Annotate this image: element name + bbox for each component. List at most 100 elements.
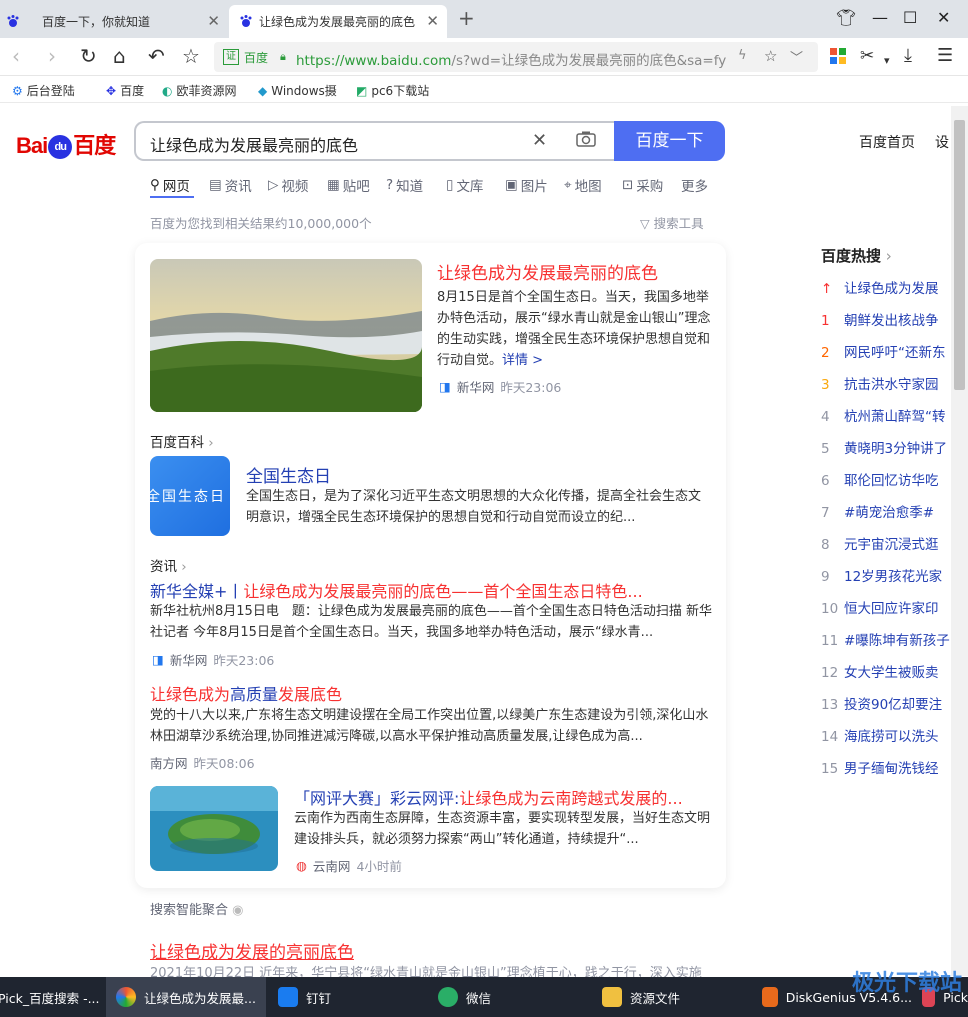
result-title-link[interactable]: 让绿色成为发展最亮丽的底色 (437, 259, 658, 284)
url-path: /s?wd=让绿色成为发展最亮丽的底色&sa=fy (451, 53, 726, 69)
hot-item[interactable]: 11 #曝陈坤有新孩子 (821, 629, 968, 649)
hot-item[interactable]: 1 朝鲜发出核战争 (821, 309, 968, 329)
skin-icon[interactable]: 👕︎ (836, 8, 856, 27)
hot-item[interactable]: 3 抗击洪水守家园 (821, 373, 968, 393)
bookmark-item[interactable]: ◐ 欧菲资源网 (162, 82, 237, 99)
hot-item[interactable]: 6 耶伦回忆访华吃 (821, 469, 968, 489)
hot-item[interactable]: 15 男子缅甸洗钱经 (821, 757, 968, 777)
baidu-logo[interactable]: Bai du 百度 (16, 128, 116, 160)
task-dingtalk[interactable]: 钉钉 (268, 977, 418, 1017)
hot-item[interactable]: 12 女大学生被贩卖 (821, 661, 968, 681)
lightning-icon[interactable]: ϟ (738, 48, 747, 63)
news1-title-link[interactable]: 新华全媒+丨让绿色成为发展最亮丽的底色——首个全国生态日特色... (150, 578, 643, 602)
tab-search-result[interactable]: 让绿色成为发展最亮丽的底色 ✕ (229, 5, 447, 38)
bookmark-label: pc6下载站 (371, 84, 430, 98)
dropdown-icon[interactable]: ﹀ (790, 47, 803, 66)
tab-images[interactable]: ▣ 图片 (505, 175, 548, 195)
menu-icon[interactable]: ☰ (937, 45, 953, 67)
hot-item[interactable]: ↑ 让绿色成为发展 (821, 277, 968, 297)
task-label: Pick_百度搜索 -... (0, 990, 100, 1006)
address-bar[interactable]: 证 百度 🔒︎ https://www.baidu.com/s?wd=让绿色成为… (214, 42, 818, 72)
hot-item[interactable]: 5 黄晓明3分钟讲了 (821, 437, 968, 457)
news3-title-link[interactable]: 「网评大赛」彩云网评:让绿色成为云南跨越式发展的... (294, 785, 683, 809)
news2-title-link[interactable]: 让绿色成为高质量发展底色 (150, 681, 342, 705)
link-baidu-home[interactable]: 百度首页 (859, 132, 915, 152)
task-browser[interactable]: 让绿色成为发展最... (106, 977, 266, 1017)
hot-item-label: 海底捞可以洗头 (844, 729, 939, 745)
tab-web[interactable]: ⚲ 网页 (150, 175, 190, 195)
bookmark-star-icon[interactable]: ☆ (182, 45, 200, 67)
close-tab-icon[interactable]: ✕ (207, 12, 220, 30)
download-icon[interactable]: ⤓ (904, 45, 912, 67)
hot-item[interactable]: 2 网民呼吁“还新东 (821, 341, 968, 361)
home-icon[interactable]: ⌂ (113, 45, 126, 67)
tab-baidu-home[interactable]: 百度一下，你就知道 ✕ (0, 5, 228, 38)
hot-item[interactable]: 10 恒大回应许家印 (821, 597, 968, 617)
hot-item[interactable]: 13 投资90亿却要注 (821, 693, 968, 713)
scissors-icon[interactable]: ✂︎ (860, 45, 874, 67)
source-name[interactable]: 新华网 (170, 650, 208, 669)
forward-icon[interactable]: › (48, 45, 56, 67)
tab-zhidao[interactable]: ? 知道 (386, 175, 423, 195)
search-tool-button[interactable]: ▽ 搜索工具 (640, 213, 704, 232)
hot-item[interactable]: 8 元宇宙沉浸式逛 (821, 533, 968, 553)
tab-purchase[interactable]: ⊡ 采购 (622, 175, 663, 195)
section-news[interactable]: 资讯 › (150, 555, 187, 575)
news3-image[interactable] (150, 786, 278, 871)
bookmark-item[interactable]: ◆ Windows摄 (258, 82, 337, 99)
scrollbar[interactable] (951, 106, 968, 976)
scissors-dropdown-icon[interactable]: ▾ (884, 50, 890, 72)
link-settings[interactable]: 设 (935, 132, 949, 152)
filter-icon: ▽ (640, 216, 654, 231)
result-abstract: 8月15日是首个全国生态日。当天，我国多地举办特色活动，展示“绿水青山就是金山银… (437, 287, 714, 371)
hot-item[interactable]: 9 12岁男孩花光家 (821, 565, 968, 585)
hot-item[interactable]: 14 海底捞可以洗头 (821, 725, 968, 745)
search-input[interactable]: 让绿色成为发展最亮丽的底色 ✕ (134, 121, 614, 161)
section-baike[interactable]: 百度百科 › (150, 431, 214, 451)
task-folder[interactable]: 资源文件 (592, 977, 742, 1017)
tab-wenku[interactable]: ▯ 文库 (446, 175, 483, 195)
source-name[interactable]: 新华网 (457, 377, 495, 396)
tab-tieba[interactable]: ▦ 贴吧 (327, 175, 370, 195)
undo-close-icon[interactable]: ↶ (148, 45, 165, 67)
reload-icon[interactable]: ↻ (80, 45, 97, 67)
close-tab-icon[interactable]: ✕ (426, 12, 439, 30)
hot-rank: 1 (821, 313, 830, 329)
scrollbar-thumb[interactable] (954, 120, 965, 390)
task-wechat[interactable]: 微信 (428, 977, 578, 1017)
task-pick-search[interactable]: Pick_百度搜索 -... (0, 977, 100, 1017)
result-image-landscape[interactable] (150, 259, 422, 412)
tab-map[interactable]: ⌖ 地图 (564, 175, 602, 195)
url-text[interactable]: https://www.baidu.com/s?wd=让绿色成为发展最亮丽的底色… (296, 49, 726, 69)
hot-item[interactable]: 4 杭州萧山醉驾“转 (821, 405, 968, 425)
tab-video[interactable]: ▷ 视频 (268, 175, 308, 195)
maximize-icon[interactable]: ☐ (903, 8, 917, 27)
camera-icon[interactable] (576, 131, 596, 147)
tab-label: 视频 (281, 179, 309, 195)
new-tab-button[interactable]: + (458, 6, 475, 30)
source-name[interactable]: 云南网 (313, 856, 351, 875)
search-button[interactable]: 百度一下 (614, 121, 725, 161)
tab-news[interactable]: ▤ 资讯 (209, 175, 252, 195)
hot-item-label: 抗击洪水守家园 (844, 377, 939, 393)
baike-image[interactable]: 全国生态日 (150, 456, 230, 536)
close-window-icon[interactable]: ✕ (937, 8, 950, 27)
clear-icon[interactable]: ✕ (532, 130, 547, 151)
detail-link[interactable]: 详情 > (502, 353, 543, 368)
result2-title-link[interactable]: 让绿色成为发展的亮丽底色 (150, 938, 354, 963)
minimize-icon[interactable]: — (872, 8, 888, 27)
news2-abstract: 党的十八大以来,广东将生态文明建设摆在全局工作突出位置,以绿美广东生态建设为引领… (150, 708, 709, 744)
logo-du: du (48, 135, 73, 160)
tab-more[interactable]: 更多 (681, 175, 708, 195)
hot-rank: 10 (821, 601, 839, 617)
bookmark-item[interactable]: ◩ pc6下载站 (356, 82, 429, 99)
back-icon[interactable]: ‹ (12, 45, 20, 67)
star-icon[interactable]: ☆ (764, 47, 777, 65)
bookmark-item[interactable]: ⚙︎ 后台登陆 (12, 82, 75, 99)
bookmark-item[interactable]: ✥ 百度 (106, 82, 144, 99)
source-name[interactable]: 南方网 (150, 753, 188, 772)
hot-search-title[interactable]: 百度热搜 › (821, 245, 892, 266)
apps-icon[interactable] (830, 48, 846, 64)
hot-item[interactable]: 7 #萌宠治愈季# (821, 501, 968, 521)
baike-title-link[interactable]: 全国生态日 (246, 462, 331, 487)
